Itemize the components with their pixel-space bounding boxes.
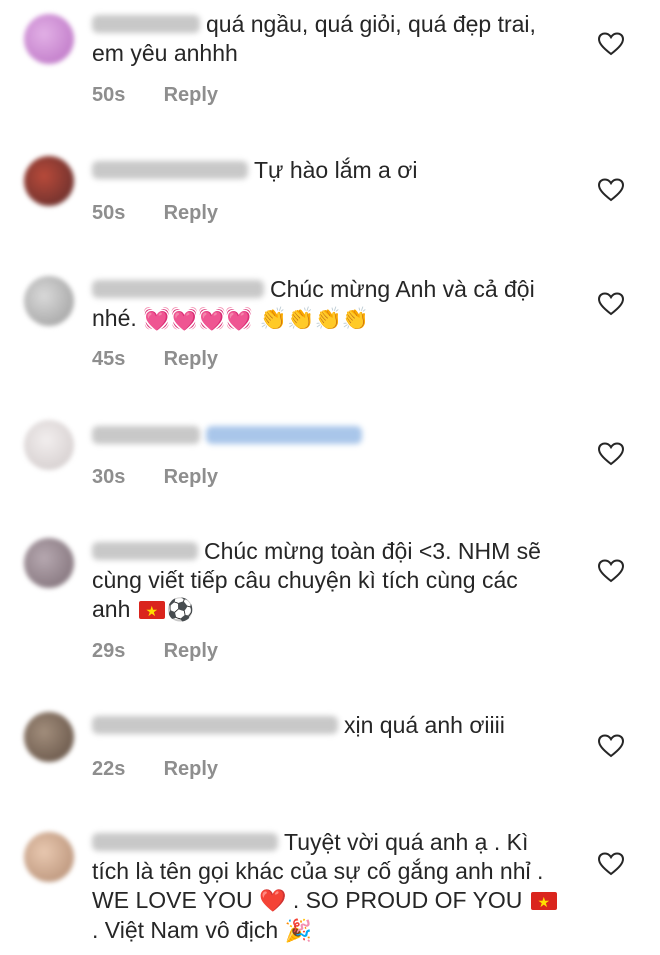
username[interactable] bbox=[92, 161, 248, 179]
avatar[interactable] bbox=[24, 156, 74, 206]
reply-button[interactable]: Reply bbox=[164, 757, 218, 781]
username[interactable] bbox=[92, 280, 264, 298]
avatar[interactable] bbox=[24, 538, 74, 588]
comment-text: . Việt Nam vô địch bbox=[92, 917, 279, 943]
avatar[interactable] bbox=[24, 420, 74, 470]
party-popper-icon: 🎉 bbox=[284, 919, 313, 944]
heart-outline-icon[interactable] bbox=[598, 292, 624, 316]
heart-outline-icon[interactable] bbox=[598, 442, 624, 466]
avatar[interactable] bbox=[24, 14, 74, 64]
mention-link[interactable] bbox=[206, 426, 362, 444]
comment-text: xịn quá anh ơiiii bbox=[344, 712, 505, 738]
reply-button[interactable]: Reply bbox=[164, 83, 218, 107]
reply-button[interactable]: Reply bbox=[164, 347, 218, 371]
comment-time: 50s bbox=[92, 202, 126, 224]
username[interactable] bbox=[92, 833, 278, 851]
emoji-reactions: 💓💓💓💓 👏👏👏👏 bbox=[143, 307, 370, 332]
avatar[interactable] bbox=[24, 712, 74, 762]
username[interactable] bbox=[92, 716, 338, 734]
reply-button[interactable]: Reply bbox=[164, 201, 218, 225]
comment-text: Tự hào lắm a ơi bbox=[254, 157, 418, 183]
comment-time: 29s bbox=[92, 640, 126, 662]
heart-outline-icon[interactable] bbox=[598, 178, 624, 202]
comment-time: 45s bbox=[92, 348, 126, 370]
username[interactable] bbox=[92, 426, 200, 444]
avatar[interactable] bbox=[24, 832, 74, 882]
comment-text: . SO PROUD OF YOU bbox=[292, 887, 523, 913]
heart-outline-icon[interactable] bbox=[598, 734, 624, 758]
red-heart-icon: ❤️ bbox=[259, 889, 287, 914]
soccer-ball-icon: ⚽ bbox=[166, 598, 195, 623]
vietnam-flag-icon bbox=[138, 598, 165, 627]
reply-button[interactable]: Reply bbox=[164, 465, 218, 489]
comment-time: 30s bbox=[92, 466, 126, 488]
username[interactable] bbox=[92, 542, 198, 560]
comment-time: 22s bbox=[92, 758, 126, 780]
username[interactable] bbox=[92, 15, 200, 33]
heart-outline-icon[interactable] bbox=[598, 32, 624, 56]
vietnam-flag-icon bbox=[530, 889, 557, 918]
reply-button[interactable]: Reply bbox=[164, 639, 218, 663]
avatar[interactable] bbox=[24, 276, 74, 326]
heart-outline-icon[interactable] bbox=[598, 852, 624, 876]
heart-outline-icon[interactable] bbox=[598, 559, 624, 583]
comment-time: 50s bbox=[92, 84, 126, 106]
